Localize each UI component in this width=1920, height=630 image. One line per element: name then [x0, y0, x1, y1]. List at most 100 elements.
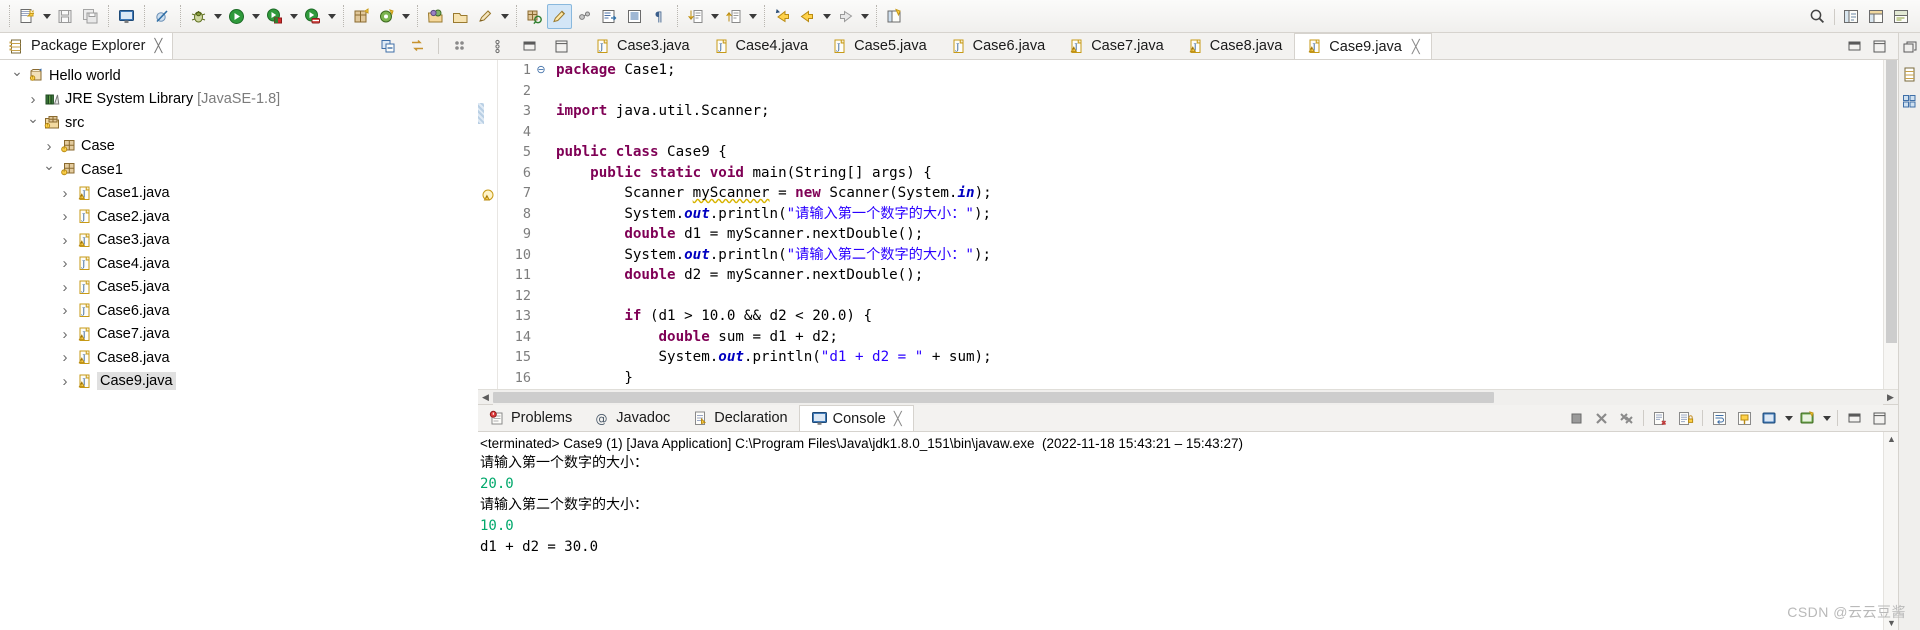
open-type-icon[interactable]	[423, 4, 448, 29]
coverage-icon[interactable]	[300, 4, 325, 29]
previous-annotation-dropdown-arrow[interactable]	[746, 4, 759, 28]
word-wrap-icon[interactable]	[1707, 406, 1732, 431]
scroll-left-icon[interactable]: ◀	[478, 392, 493, 403]
tree-item-case7-java[interactable]: J!Case7.java	[0, 323, 478, 347]
pin-console-icon[interactable]	[1732, 406, 1757, 431]
last-edit-location-icon[interactable]	[770, 4, 795, 29]
console-icon[interactable]	[114, 4, 139, 29]
scroll-lock-icon[interactable]	[1673, 406, 1698, 431]
source-code[interactable]: package Case1; import java.util.Scanner;…	[548, 60, 1883, 389]
skip-breakpoints-icon[interactable]	[150, 4, 175, 29]
bottom-tab-console[interactable]: Console ╳	[798, 405, 914, 431]
chevron-right-icon[interactable]	[56, 255, 74, 272]
bottom-tab-problems[interactable]: Problems	[478, 405, 583, 431]
editor-maximize-icon[interactable]	[1867, 34, 1892, 59]
debug-dropdown-arrow[interactable]	[211, 4, 224, 28]
chevron-right-icon[interactable]	[40, 138, 58, 155]
back-icon[interactable]	[795, 4, 820, 29]
editor-minimize-icon[interactable]	[1842, 34, 1867, 59]
editor-tab-case7-java[interactable]: J! Case7.java	[1057, 33, 1176, 59]
chevron-right-icon[interactable]	[56, 232, 74, 249]
editor-tab-case6-java[interactable]: J Case6.java	[938, 33, 1058, 59]
console-view[interactable]: <terminated> Case9 (1) [Java Application…	[478, 431, 1898, 630]
quick-access-search-icon[interactable]	[1805, 4, 1830, 29]
chevron-right-icon[interactable]	[56, 208, 74, 225]
folding-ruler[interactable]: ⊖	[534, 60, 548, 389]
fold-marker[interactable]: ⊖	[534, 60, 548, 81]
run-dropdown-arrow[interactable]	[249, 4, 262, 28]
restore-icon[interactable]	[1900, 37, 1920, 57]
tree-item-case1[interactable]: ! Case1	[0, 158, 478, 182]
next-annotation-dropdown-arrow[interactable]	[708, 4, 721, 28]
previous-annotation-icon[interactable]	[721, 4, 746, 29]
editor-canvas[interactable]: ! 12345678910111213141516171819 ⊖ packag…	[478, 60, 1898, 389]
view-menu-icon[interactable]	[447, 34, 472, 59]
tree-item-case[interactable]: ! Case	[0, 135, 478, 159]
next-annotation-icon[interactable]	[683, 4, 708, 29]
package-explorer-shortcut-icon[interactable]	[1900, 64, 1920, 84]
outline-shortcut-icon[interactable]	[1900, 91, 1920, 111]
display-console-dropdown-arrow[interactable]	[1782, 406, 1795, 430]
tree-item-case8-java[interactable]: J!Case8.java	[0, 346, 478, 370]
tree-item-case4-java[interactable]: J Case4.java	[0, 252, 478, 276]
tree-item-case3-java[interactable]: J!Case3.java	[0, 229, 478, 253]
mark-occurrences-icon[interactable]	[547, 3, 572, 29]
java-perspective-icon[interactable]	[1839, 4, 1864, 29]
annotation-dropdown-arrow[interactable]	[498, 4, 511, 28]
new-class-icon[interactable]	[374, 4, 399, 29]
save-all-icon[interactable]	[78, 4, 103, 29]
open-perspective-icon[interactable]	[882, 4, 907, 29]
editor-vertical-scrollbar[interactable]	[1883, 60, 1898, 389]
scroll-right-icon[interactable]: ▶	[1883, 392, 1898, 403]
display-selected-console-icon[interactable]	[1757, 406, 1782, 431]
chevron-right-icon[interactable]	[24, 91, 42, 108]
tab-package-explorer[interactable]: Package Explorer ╳	[0, 33, 174, 59]
console-minimize-icon[interactable]	[1842, 406, 1867, 431]
java-ee-perspective-icon[interactable]	[1864, 4, 1889, 29]
tree-item-case9-java[interactable]: J!Case9.java	[0, 370, 478, 394]
chevron-right-icon[interactable]	[56, 185, 74, 202]
external-tools-dropdown-arrow[interactable]	[287, 4, 300, 28]
new-icon[interactable]	[15, 4, 40, 29]
debug-perspective-icon[interactable]	[1889, 4, 1914, 29]
debug-icon[interactable]	[186, 4, 211, 29]
minimize-icon[interactable]	[517, 34, 542, 59]
tree-item-hello-world[interactable]: ! Hello world	[0, 64, 478, 88]
annotation-icon[interactable]	[473, 4, 498, 29]
forward-dropdown-arrow[interactable]	[858, 4, 871, 28]
remove-launch-icon[interactable]	[1589, 406, 1614, 431]
chevron-down-icon[interactable]	[8, 67, 26, 84]
editor-chain-icon[interactable]	[485, 34, 510, 59]
tree-item-case6-java[interactable]: J Case6.java	[0, 299, 478, 323]
maximize-icon[interactable]	[549, 34, 574, 59]
project-tree[interactable]: ! Hello world JRE System Library [JavaSE-1…	[0, 60, 478, 630]
run-icon[interactable]	[224, 4, 249, 29]
editor-tab-case5-java[interactable]: J Case5.java	[820, 33, 939, 59]
editor-tab-case8-java[interactable]: J! Case8.java	[1175, 33, 1295, 59]
open-console-icon[interactable]	[1795, 406, 1820, 431]
editor-tab-case9-java[interactable]: J! Case9.java ╳	[1294, 33, 1432, 59]
console-vertical-scrollbar[interactable]: ▲ ▼	[1883, 432, 1898, 630]
forward-icon[interactable]	[833, 4, 858, 29]
chevron-right-icon[interactable]	[56, 326, 74, 343]
coverage-dropdown-arrow[interactable]	[325, 4, 338, 28]
close-icon[interactable]: ╳	[1412, 39, 1420, 55]
link-icon[interactable]	[572, 4, 597, 29]
pilcrow-icon[interactable]: ¶	[647, 4, 672, 29]
new-class-dropdown-arrow[interactable]	[399, 4, 412, 28]
tree-item-jre-system-library[interactable]: JRE System Library [JavaSE-1.8]	[0, 88, 478, 112]
new-java-package-icon[interactable]	[349, 4, 374, 29]
chevron-down-icon[interactable]	[40, 161, 58, 178]
chevron-right-icon[interactable]	[56, 279, 74, 296]
block-selection-icon[interactable]	[597, 4, 622, 29]
back-dropdown-arrow[interactable]	[820, 4, 833, 28]
editor-tab-case3-java[interactable]: J Case3.java	[583, 33, 702, 59]
bottom-tab-declaration[interactable]: Declaration	[681, 405, 798, 431]
editor-horizontal-scrollbar[interactable]: ◀ ▶	[478, 389, 1898, 405]
save-icon[interactable]	[53, 4, 78, 29]
console-output[interactable]: <terminated> Case9 (1) [Java Application…	[478, 432, 1883, 630]
close-icon[interactable]: ╳	[894, 411, 902, 427]
console-maximize-icon[interactable]	[1867, 406, 1892, 431]
hscroll-track[interactable]	[493, 389, 1883, 405]
new-dropdown-arrow[interactable]	[40, 4, 53, 28]
